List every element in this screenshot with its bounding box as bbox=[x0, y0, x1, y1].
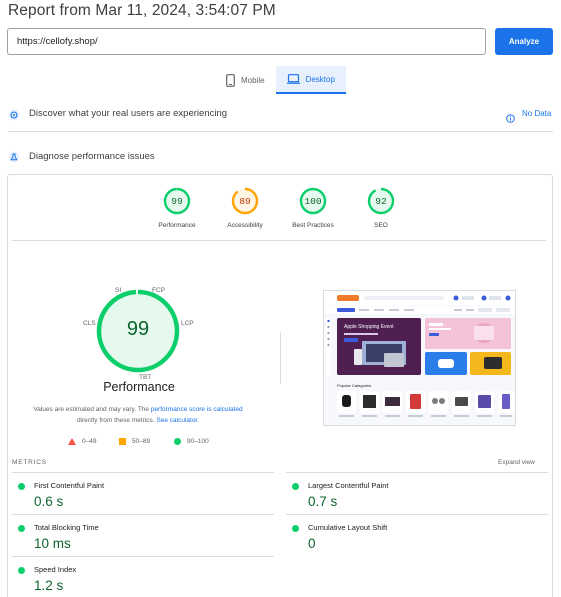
metrics-title: METRICS bbox=[12, 459, 47, 466]
estimate-text-2: directly from these metrics. bbox=[76, 417, 157, 424]
report-title: Report from Mar 11, 2024, 3:54:07 PM bbox=[8, 2, 276, 19]
tab-mobile-label: Mobile bbox=[241, 75, 265, 85]
fcp-tag: FCP bbox=[152, 287, 165, 294]
pass-circle-icon bbox=[174, 437, 181, 445]
section-title: Popular Categories bbox=[337, 383, 371, 388]
seo-score: 92 bbox=[375, 195, 387, 207]
average-square-icon bbox=[119, 437, 126, 445]
section-divider bbox=[8, 131, 553, 132]
metric-divider bbox=[286, 514, 548, 515]
tab-mobile[interactable]: Mobile bbox=[215, 66, 276, 94]
see-calculator-link[interactable]: See calculator. bbox=[156, 417, 199, 424]
hero-title: Apple Shopping Event bbox=[344, 324, 394, 330]
performance-gauge[interactable]: 99 bbox=[163, 187, 191, 215]
card-divider bbox=[12, 240, 546, 241]
metric-name: Total Blocking Time bbox=[34, 523, 99, 532]
page-screenshot[interactable]: Apple Shopping Event Popular Categories bbox=[323, 290, 516, 426]
accessibility-score: 89 bbox=[239, 195, 251, 207]
metric-fcp: First Contentful Paint 0.6 s bbox=[12, 475, 274, 517]
metric-name: Speed Index bbox=[34, 565, 77, 574]
lcp-tag: LCP bbox=[181, 320, 194, 327]
legend-average-range: 50–89 bbox=[132, 437, 151, 445]
metric-cls: Cumulative Layout Shift 0 bbox=[286, 517, 548, 559]
legend-pass-range: 90–100 bbox=[187, 437, 209, 445]
accessibility-gauge[interactable]: 89 bbox=[231, 187, 259, 215]
fail-triangle-icon bbox=[68, 437, 76, 445]
metric-name: First Contentful Paint bbox=[34, 481, 105, 490]
pass-dot-icon bbox=[18, 483, 25, 490]
metric-divider bbox=[12, 556, 274, 557]
score-calculated-link[interactable]: performance score is calculated bbox=[151, 406, 243, 413]
vertical-separator bbox=[280, 332, 281, 384]
pass-dot-icon bbox=[292, 483, 299, 490]
metric-divider bbox=[286, 472, 548, 473]
cls-tag: CLS bbox=[83, 320, 96, 327]
best-practices-score: 100 bbox=[304, 195, 322, 207]
device-tabs: Mobile Desktop bbox=[215, 66, 346, 94]
performance-score: 99 bbox=[171, 195, 183, 207]
users-experience-icon bbox=[8, 108, 20, 121]
tab-desktop-label: Desktop bbox=[305, 74, 335, 84]
si-tag: SI bbox=[115, 287, 122, 294]
legend-fail: 0–49 bbox=[68, 436, 96, 446]
tab-desktop[interactable]: Desktop bbox=[275, 66, 346, 94]
analyze-button[interactable]: Analyze bbox=[495, 28, 553, 55]
metric-divider bbox=[12, 514, 274, 515]
best-practices-gauge[interactable]: 100 bbox=[299, 187, 327, 215]
url-input[interactable] bbox=[7, 28, 486, 55]
no-data-label: No Data bbox=[522, 109, 552, 118]
metric-name: Cumulative Layout Shift bbox=[308, 523, 388, 532]
estimate-note: Values are estimated and may vary. The p… bbox=[18, 404, 258, 426]
performance-big-score: 99 bbox=[126, 318, 150, 340]
metric-divider bbox=[12, 472, 274, 473]
laptop-icon bbox=[286, 74, 300, 84]
metric-value: 0.6 s bbox=[34, 494, 64, 509]
diagnose-heading: Diagnose performance issues bbox=[29, 151, 155, 162]
metric-value: 0.7 s bbox=[308, 494, 338, 509]
expand-view-link[interactable]: Expand view bbox=[498, 459, 535, 466]
metric-value: 10 ms bbox=[34, 536, 71, 551]
metric-tbt: Total Blocking Time 10 ms bbox=[12, 517, 274, 559]
info-icon bbox=[506, 110, 515, 123]
pass-dot-icon bbox=[18, 567, 25, 574]
seo-gauge[interactable]: 92 bbox=[367, 187, 395, 215]
pass-dot-icon bbox=[292, 525, 299, 532]
metric-lcp: Largest Contentful Paint 0.7 s bbox=[286, 475, 548, 517]
legend-fail-range: 0–49 bbox=[82, 437, 97, 445]
performance-title: Performance bbox=[103, 380, 175, 394]
pass-dot-icon bbox=[18, 525, 25, 532]
crux-section[interactable]: Discover what your real users are experi… bbox=[0, 104, 561, 126]
estimate-text-1: Values are estimated and may vary. The bbox=[33, 406, 151, 413]
crux-heading: Discover what your real users are experi… bbox=[29, 108, 228, 119]
legend-pass: 90–100 bbox=[174, 436, 209, 446]
phone-icon bbox=[226, 73, 235, 87]
seo-label: SEO bbox=[374, 222, 388, 229]
metric-value: 1.2 s bbox=[34, 578, 64, 593]
lab-flask-icon bbox=[8, 150, 20, 163]
metric-si: Speed Index 1.2 s bbox=[12, 559, 274, 597]
metric-value: 0 bbox=[308, 536, 316, 551]
metric-name: Largest Contentful Paint bbox=[308, 481, 389, 490]
legend-average: 50–89 bbox=[119, 436, 150, 446]
diagnose-section: Diagnose performance issues bbox=[0, 146, 561, 168]
